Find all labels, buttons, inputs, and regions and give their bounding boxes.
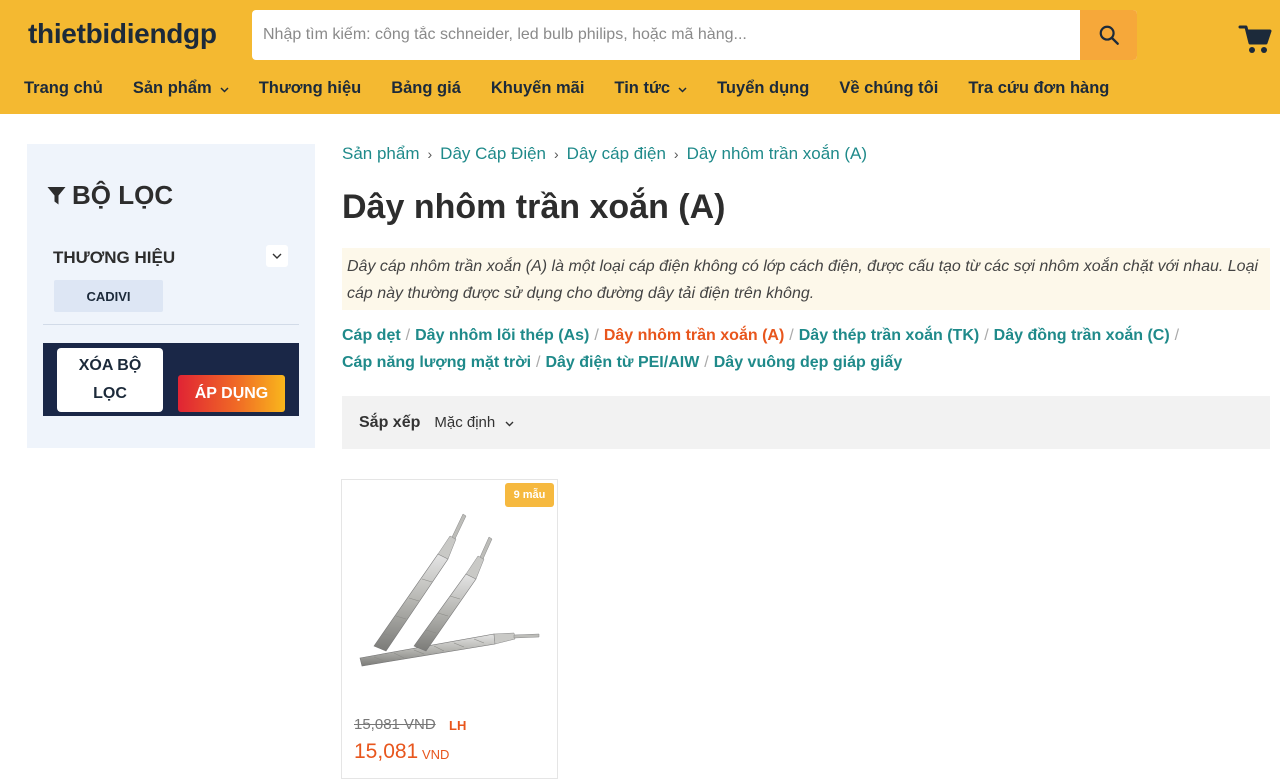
breadcrumb-item[interactable]: Dây cáp điện <box>567 144 666 164</box>
site-header: thietbidiendgp Trang chủ Sản phẩm Thương… <box>0 0 1280 114</box>
nav-label: Bảng giá <box>391 78 461 97</box>
nav-label: Tra cứu đơn hàng <box>968 78 1110 97</box>
separator: / <box>536 354 541 371</box>
sort-value: Mặc định <box>434 414 496 431</box>
original-price: 15,081 VND <box>354 716 436 733</box>
price-tag: LH <box>449 718 467 733</box>
cart-button[interactable] <box>1238 22 1272 56</box>
subcategory-link-active[interactable]: Dây nhôm trần xoắn (A) <box>604 327 784 344</box>
separator: / <box>704 354 709 371</box>
breadcrumb: Sản phẩm › Dây Cáp Điện › Dây cáp điện ›… <box>342 144 867 164</box>
nav-item-products[interactable]: Sản phẩm <box>133 79 229 98</box>
cart-icon <box>1238 25 1272 53</box>
clear-filter-label: XÓA BỘ LỌC <box>78 357 142 402</box>
brand-filter-label: THƯƠNG HIỆU <box>53 248 176 267</box>
nav-item-brands[interactable]: Thương hiệu <box>259 79 362 98</box>
nav-item-about[interactable]: Về chúng tôi <box>839 79 938 98</box>
search-bar <box>252 10 1137 60</box>
product-image[interactable] <box>354 506 544 676</box>
subcategory-link[interactable]: Dây thép trần xoắn (TK) <box>799 327 979 344</box>
sort-label: Sắp xếp <box>359 413 421 431</box>
sort-bar: Sắp xếp Mặc định <box>342 396 1270 449</box>
nav-label: Tuyển dụng <box>717 78 810 97</box>
filter-title-text: BỘ LỌC <box>72 180 174 210</box>
site-logo[interactable]: thietbidiendgp <box>28 18 217 50</box>
separator: / <box>594 327 599 344</box>
subcategory-link[interactable]: Dây nhôm lõi thép (As) <box>415 327 589 344</box>
nav-item-price-list[interactable]: Bảng giá <box>391 79 461 98</box>
clear-filter-button[interactable]: XÓA BỘ LỌC <box>57 348 163 412</box>
apply-filter-button[interactable]: ÁP DỤNG <box>178 375 285 412</box>
nav-item-promotions[interactable]: Khuyến mãi <box>491 79 585 98</box>
separator: / <box>1174 327 1180 344</box>
search-button[interactable] <box>1080 10 1137 60</box>
product-card[interactable]: 9 mẫu 15,081 VND LH 15,081 VND <box>341 479 558 779</box>
filter-sidebar: BỘ LỌC THƯƠNG HIỆU CADIVI XÓA BỘ LỌC ÁP … <box>27 144 315 448</box>
nav-label: Sản phẩm <box>132 78 212 97</box>
subcategory-link[interactable]: Dây đồng trần xoắn (C) <box>994 327 1170 344</box>
subcategory-links: Cáp dẹt / Dây nhôm lõi thép (As) / Dây nhôm … <box>342 322 1272 376</box>
breadcrumb-item[interactable]: Sản phẩm <box>342 144 420 164</box>
chevron-down-icon <box>505 414 514 431</box>
variant-count-badge: 9 mẫu <box>505 483 554 507</box>
nav-item-news[interactable]: Tin tức <box>614 79 687 98</box>
main-nav: Trang chủ Sản phẩm Thương hiệu Bảng giá … <box>24 76 1139 100</box>
page-title: Dây nhôm trần xoắn (A) <box>342 188 726 226</box>
filter-icon <box>47 186 66 204</box>
breadcrumb-item-current[interactable]: Dây nhôm trần xoắn (A) <box>687 144 867 164</box>
nav-item-careers[interactable]: Tuyển dụng <box>717 79 809 98</box>
sort-select[interactable]: Mặc định <box>434 414 514 431</box>
brand-chip-cadivi[interactable]: CADIVI <box>54 280 163 312</box>
subcategory-link[interactable]: Cáp năng lượng mặt trời <box>342 354 531 371</box>
nav-label: Tin tức <box>614 78 671 97</box>
nav-label: Khuyến mãi <box>490 78 585 97</box>
brand-filter-toggle[interactable] <box>266 245 288 267</box>
breadcrumb-separator-icon: › <box>673 146 679 162</box>
separator: / <box>405 327 411 344</box>
subcategory-link[interactable]: Dây điện từ PEI/AIW <box>545 354 699 371</box>
breadcrumb-separator-icon: › <box>554 146 559 162</box>
sidebar-divider <box>43 324 299 325</box>
search-input[interactable] <box>252 10 1080 60</box>
sale-price-currency: VND <box>422 747 450 762</box>
subcategory-link[interactable]: Cáp dẹt <box>342 327 401 344</box>
nav-label: Trang chủ <box>24 78 103 97</box>
filter-actions: XÓA BỘ LỌC ÁP DỤNG <box>43 343 299 416</box>
breadcrumb-item[interactable]: Dây Cáp Điện <box>440 144 546 164</box>
search-icon <box>1099 25 1119 45</box>
chevron-down-icon <box>678 79 687 98</box>
nav-item-order-lookup[interactable]: Tra cứu đơn hàng <box>968 79 1109 98</box>
nav-label: Về chúng tôi <box>839 78 939 97</box>
separator: / <box>789 327 794 344</box>
subcategory-link[interactable]: Dây vuông dẹp giáp giấy <box>714 354 902 371</box>
category-description: Dây cáp nhôm trần xoắn (A) là một loại c… <box>342 248 1270 310</box>
nav-label: Thương hiệu <box>258 78 362 97</box>
sale-price: 15,081 <box>354 740 419 763</box>
nav-item-home[interactable]: Trang chủ <box>24 79 103 98</box>
separator: / <box>984 327 989 344</box>
breadcrumb-separator-icon: › <box>427 146 433 162</box>
chevron-down-icon <box>272 253 282 259</box>
filter-title: BỘ LỌC <box>47 180 173 211</box>
chevron-down-icon <box>220 79 229 98</box>
